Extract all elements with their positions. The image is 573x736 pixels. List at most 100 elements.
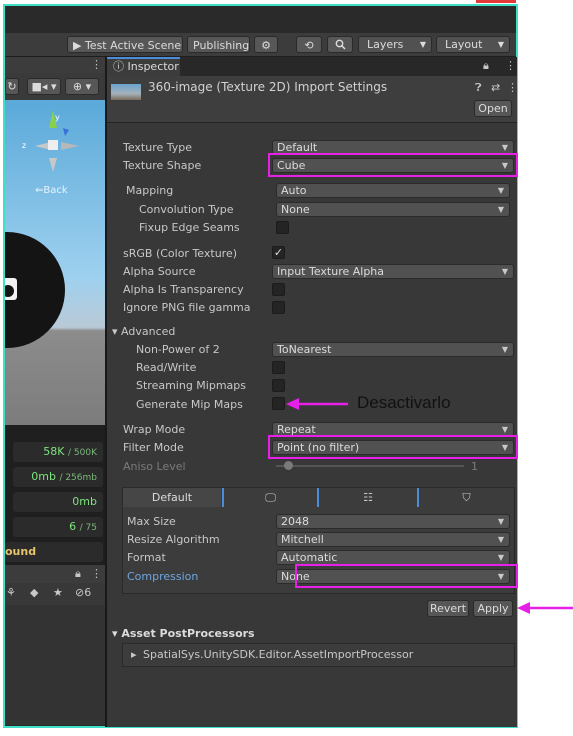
camera-dropdown[interactable]: ■◂ ▾ [27, 78, 61, 95]
texture-type-label: Texture Type [123, 141, 193, 154]
wrap-mode-label: Wrap Mode [123, 423, 186, 436]
chevron-down-icon: ▼ [497, 186, 504, 195]
hierarchy-panel-header: 🔒︎ ⋮ [5, 565, 105, 583]
expand-arrow-icon: ▸ [131, 648, 137, 661]
compression-label: Compression [127, 570, 199, 583]
gizmo-dropdown[interactable]: ⊕ ▾ [65, 78, 99, 95]
stats-panel: 58K / 500K 0mb / 256mb 0mb 6 / 75 ound [5, 425, 105, 565]
format-label: Format [127, 551, 166, 564]
npot-value: ToNearest [277, 343, 332, 356]
aniso-slider-track[interactable] [276, 465, 464, 467]
rotate-tool-icon[interactable]: ↻ [5, 78, 19, 95]
history-icon[interactable]: ⟲ [296, 36, 322, 53]
presets-icon[interactable]: ⇄ [491, 81, 500, 94]
tag-icon[interactable]: ◆ [30, 586, 38, 599]
chevron-down-icon: ▼ [497, 553, 504, 562]
annotation-arrow-icon [517, 602, 573, 614]
stat-row: 0mb / 256mb [13, 467, 103, 487]
apply-button[interactable]: Apply [473, 600, 513, 617]
advanced-foldout[interactable]: ▾ Advanced [112, 325, 175, 338]
stat-row: 6 / 75 [13, 517, 103, 537]
orientation-gizmo-icon: y z [22, 110, 79, 172]
publishing-button[interactable]: Publishing [187, 36, 250, 53]
annotation-text: Desactivarlo [357, 393, 451, 412]
lock-icon[interactable]: 🔒︎ [483, 59, 489, 73]
info-icon: ⓘ [113, 60, 124, 73]
tab-platform-pc[interactable]: 🖵 [224, 488, 317, 507]
postprocessors-foldout[interactable]: ▾ Asset PostProcessors [112, 627, 255, 640]
aniso-value: 1 [471, 460, 478, 473]
filter-mode-label: Filter Mode [123, 441, 184, 454]
lock-icon[interactable]: 🔒︎ [75, 567, 81, 581]
annotation-arrow-icon [286, 398, 348, 410]
genmip-label: Generate Mip Maps [136, 398, 243, 411]
hidden-count: 6 [84, 586, 92, 599]
mapping-dropdown[interactable]: Auto ▼ [276, 183, 510, 198]
mapping-value: Auto [281, 184, 307, 197]
aniso-slider-handle[interactable] [284, 461, 293, 470]
chevron-down-icon: ▼ [497, 535, 504, 544]
format-value: Automatic [281, 551, 338, 564]
more-menu-icon[interactable]: ⋮ [507, 81, 518, 94]
resize-value: Mitchell [281, 533, 324, 546]
alpha-source-dropdown[interactable]: Input Texture Alpha ▼ [272, 264, 514, 279]
format-dropdown[interactable]: Automatic ▼ [276, 550, 510, 565]
tab-strip: 🔒︎ ⋮ [180, 57, 517, 76]
genmip-checkbox[interactable] [272, 397, 285, 410]
srgb-checkbox[interactable]: ✓ [272, 246, 285, 259]
chevron-down-icon: ▼ [497, 40, 504, 49]
alpha-transparency-label: Alpha Is Transparency [123, 283, 244, 296]
streaming-checkbox[interactable] [272, 379, 285, 392]
foldout-arrow-icon: ▾ [112, 325, 118, 338]
fixup-checkbox[interactable] [276, 221, 289, 234]
convolution-value: None [281, 203, 310, 216]
scene-panel-header: ⋮ [5, 57, 105, 73]
star-icon[interactable]: ★ [53, 586, 63, 599]
asset-title: 360-image (Texture 2D) Import Settings [148, 80, 388, 94]
hidden-eye-icon[interactable]: ⊘6 [75, 586, 91, 599]
asset-header: 360-image (Texture 2D) Import Settings ❓… [107, 76, 518, 123]
max-size-dropdown[interactable]: 2048 ▼ [276, 514, 510, 529]
back-label[interactable]: ⇐Back [35, 185, 68, 196]
texture-shape-label: Texture Shape [123, 159, 202, 172]
tab-inspector-label: Inspector [127, 60, 179, 73]
stat-row: 0mb [13, 492, 103, 512]
texture-thumbnail-icon [111, 84, 141, 100]
srgb-label: sRGB (Color Texture) [123, 247, 238, 260]
chevron-down-icon: ▼ [497, 205, 504, 214]
alpha-transparency-checkbox[interactable] [272, 283, 285, 296]
tree-icon[interactable]: ⚘ [6, 586, 16, 599]
html5-icon: ⛉ [462, 491, 471, 504]
resize-label: Resize Algorithm [127, 533, 220, 546]
tab-platform-webgl[interactable]: ⛉ [419, 488, 514, 507]
tab-platform-server[interactable]: ☷ [319, 488, 417, 507]
ignore-png-checkbox[interactable] [272, 301, 285, 314]
open-button[interactable]: Open [474, 100, 512, 117]
readwrite-label: Read/Write [136, 361, 197, 374]
tab-inspector[interactable]: ⓘ Inspector [107, 57, 180, 76]
revert-button[interactable]: Revert [427, 600, 469, 617]
hierarchy-body [5, 605, 105, 725]
scene-toolbar: ↻ ■◂ ▾ ⊕ ▾ [5, 73, 105, 101]
ignore-png-label: Ignore PNG file gamma [123, 301, 251, 314]
red-accent-line [476, 0, 516, 3]
tab-platform-default[interactable]: Default [123, 488, 221, 507]
layout-dropdown[interactable]: Layout ▼ [436, 36, 510, 53]
layers-dropdown[interactable]: Layers ▼ [358, 36, 432, 53]
test-active-scene-button[interactable]: ▶ Test Active Scene [67, 36, 183, 53]
npot-dropdown[interactable]: ToNearest ▼ [272, 342, 514, 357]
readwrite-checkbox[interactable] [272, 361, 285, 374]
settings-gear-icon[interactable]: ⚙ [254, 36, 278, 53]
more-menu-icon[interactable]: ⋮ [505, 59, 516, 72]
help-icon[interactable]: ❓︎ [475, 81, 482, 95]
convolution-dropdown[interactable]: None ▼ [276, 202, 510, 217]
resize-dropdown[interactable]: Mitchell ▼ [276, 532, 510, 547]
monitor-icon: 🖵 [265, 491, 276, 504]
postprocessors-label: Asset PostProcessors [121, 627, 255, 640]
search-icon[interactable] [327, 36, 353, 53]
postprocessor-row[interactable]: ▸ SpatialSys.UnitySDK.Editor.AssetImport… [122, 643, 515, 667]
more-menu-icon[interactable]: ⋮ [91, 58, 102, 71]
more-menu-icon[interactable]: ⋮ [91, 567, 102, 580]
scene-viewport[interactable]: y z ⇐Back [5, 100, 105, 425]
alpha-source-label: Alpha Source [123, 265, 196, 278]
